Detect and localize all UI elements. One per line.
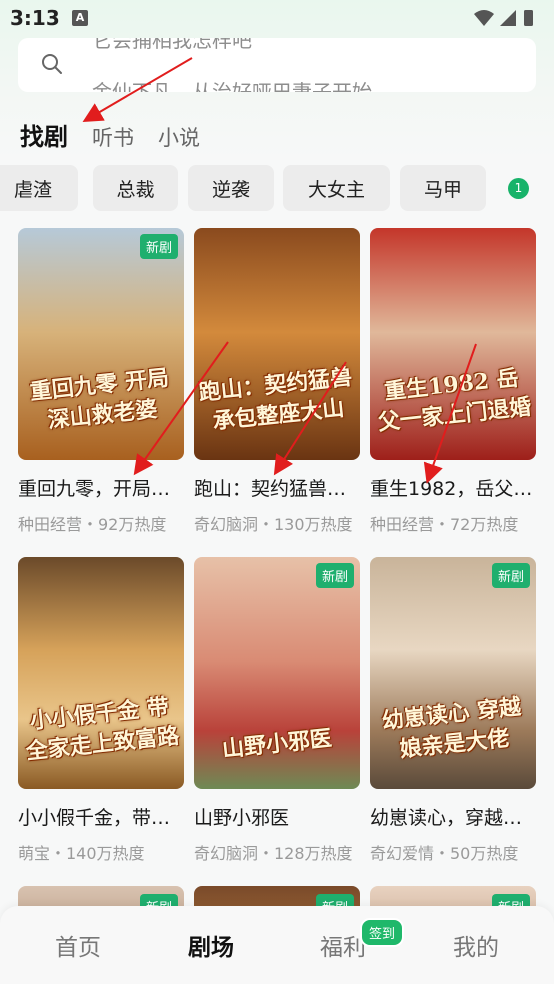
drama-poster[interactable]: 新剧 重回九零 开局深山救老婆 — [18, 228, 184, 460]
search-icon — [42, 54, 62, 74]
drama-card[interactable]: 新剧 幼崽读心 穿越娘亲是大佬 幼崽读心，穿越娘亲是大佬 奇幻爱情・50万热度 — [370, 557, 536, 864]
status-bar: 3:13 A — [0, 0, 554, 36]
chip-category[interactable]: 逆袭 — [188, 165, 274, 211]
poster-title: 小小假千金 带全家走上致富路 — [24, 693, 181, 765]
drama-card[interactable]: 重生1982 岳父一家上门退婚 重生1982，岳父一家上门退婚 种田经营・72万… — [370, 228, 536, 535]
new-badge: 新剧 — [491, 563, 530, 588]
search-hint-previous: 它会捕相我怎样吧 — [92, 38, 252, 52]
drama-poster[interactable]: 新剧 幼崽读心 穿越娘亲是大佬 — [370, 557, 536, 789]
poster-title: 重生1982 岳父一家上门退婚 — [376, 365, 533, 436]
drama-card[interactable]: 新剧 山野小邪医 山野小邪医 奇幻脑洞・128万热度 — [194, 557, 360, 864]
category-chips: 虐渣 总裁 逆袭 大女主 马甲 — [0, 165, 554, 213]
drama-title[interactable]: 山野小邪医 — [194, 803, 360, 830]
drama-meta: 奇幻脑洞・128万热度 — [194, 844, 353, 863]
drama-title[interactable]: 重生1982，岳父一家上门退婚 — [370, 474, 536, 501]
drama-title[interactable]: 跑山：契约猛兽承包整座大山 — [194, 474, 360, 501]
category-count-badge: 1 — [508, 178, 529, 199]
poster-title: 重回九零 开局深山救老婆 — [28, 364, 171, 434]
signal-icon — [500, 10, 516, 26]
chip-category[interactable]: 虐渣 — [0, 165, 78, 211]
drama-poster[interactable]: 新剧 山野小邪医 — [194, 557, 360, 789]
tab-find-drama[interactable]: 找剧 — [20, 117, 68, 152]
new-badge: 新剧 — [139, 234, 178, 259]
drama-title[interactable]: 小小假千金，带全家走上致富路 — [18, 803, 184, 830]
tab-audiobook[interactable]: 听书 — [92, 122, 134, 152]
drama-poster[interactable]: 小小假千金 带全家走上致富路 — [18, 557, 184, 789]
battery-icon — [524, 10, 533, 26]
bottom-navigation: 首页 剧场 福利 我的 — [0, 906, 554, 984]
drama-title[interactable]: 重回九零，开局深山救老婆 — [18, 474, 184, 501]
content-type-tabs: 找剧 听书 小说 — [20, 112, 224, 152]
status-icons — [474, 10, 533, 26]
search-bar[interactable]: 它会捕相我怎样吧 金仙下凡，从治好哑巴妻子开始 — [18, 38, 536, 92]
new-badge: 新剧 — [315, 563, 354, 588]
drama-card[interactable]: 新剧 重回九零 开局深山救老婆 重回九零，开局深山救老婆 种田经营・92万热度 — [18, 228, 184, 535]
tab-novel[interactable]: 小说 — [158, 122, 200, 152]
nav-theater[interactable]: 剧场 — [161, 928, 261, 962]
drama-meta: 种田经营・92万热度 — [18, 515, 167, 534]
wifi-icon — [474, 10, 494, 26]
chip-category[interactable]: 马甲 — [400, 165, 486, 211]
status-time: 3:13 — [10, 6, 60, 30]
chip-category[interactable]: 大女主 — [283, 165, 390, 211]
drama-meta: 奇幻脑洞・130万热度 — [194, 515, 353, 534]
chip-category[interactable]: 总裁 — [93, 165, 178, 211]
nav-home[interactable]: 首页 — [28, 928, 128, 962]
drama-meta: 奇幻爱情・50万热度 — [370, 844, 519, 863]
drama-card[interactable]: 小小假千金 带全家走上致富路 小小假千金，带全家走上致富路 萌宝・140万热度 — [18, 557, 184, 864]
drama-poster[interactable]: 跑山：契约猛兽 承包整座大山 — [194, 228, 360, 460]
poster-title: 幼崽读心 穿越娘亲是大佬 — [380, 693, 523, 763]
poster-title: 山野小邪医 — [220, 725, 334, 763]
drama-title[interactable]: 幼崽读心，穿越娘亲是大佬 — [370, 803, 536, 830]
drama-poster[interactable]: 重生1982 岳父一家上门退婚 — [370, 228, 536, 460]
poster-title: 跑山：契约猛兽 承包整座大山 — [197, 364, 354, 435]
checkin-badge: 签到 — [360, 918, 405, 947]
drama-meta: 萌宝・140万热度 — [18, 844, 145, 863]
search-input[interactable]: 金仙下凡，从治好哑巴妻子开始 — [92, 76, 372, 92]
drama-meta: 种田经营・72万热度 — [370, 515, 519, 534]
drama-card[interactable]: 跑山：契约猛兽 承包整座大山 跑山：契约猛兽承包整座大山 奇幻脑洞・130万热度 — [194, 228, 360, 535]
accessibility-indicator-icon: A — [72, 10, 88, 26]
nav-profile[interactable]: 我的 — [426, 928, 526, 962]
